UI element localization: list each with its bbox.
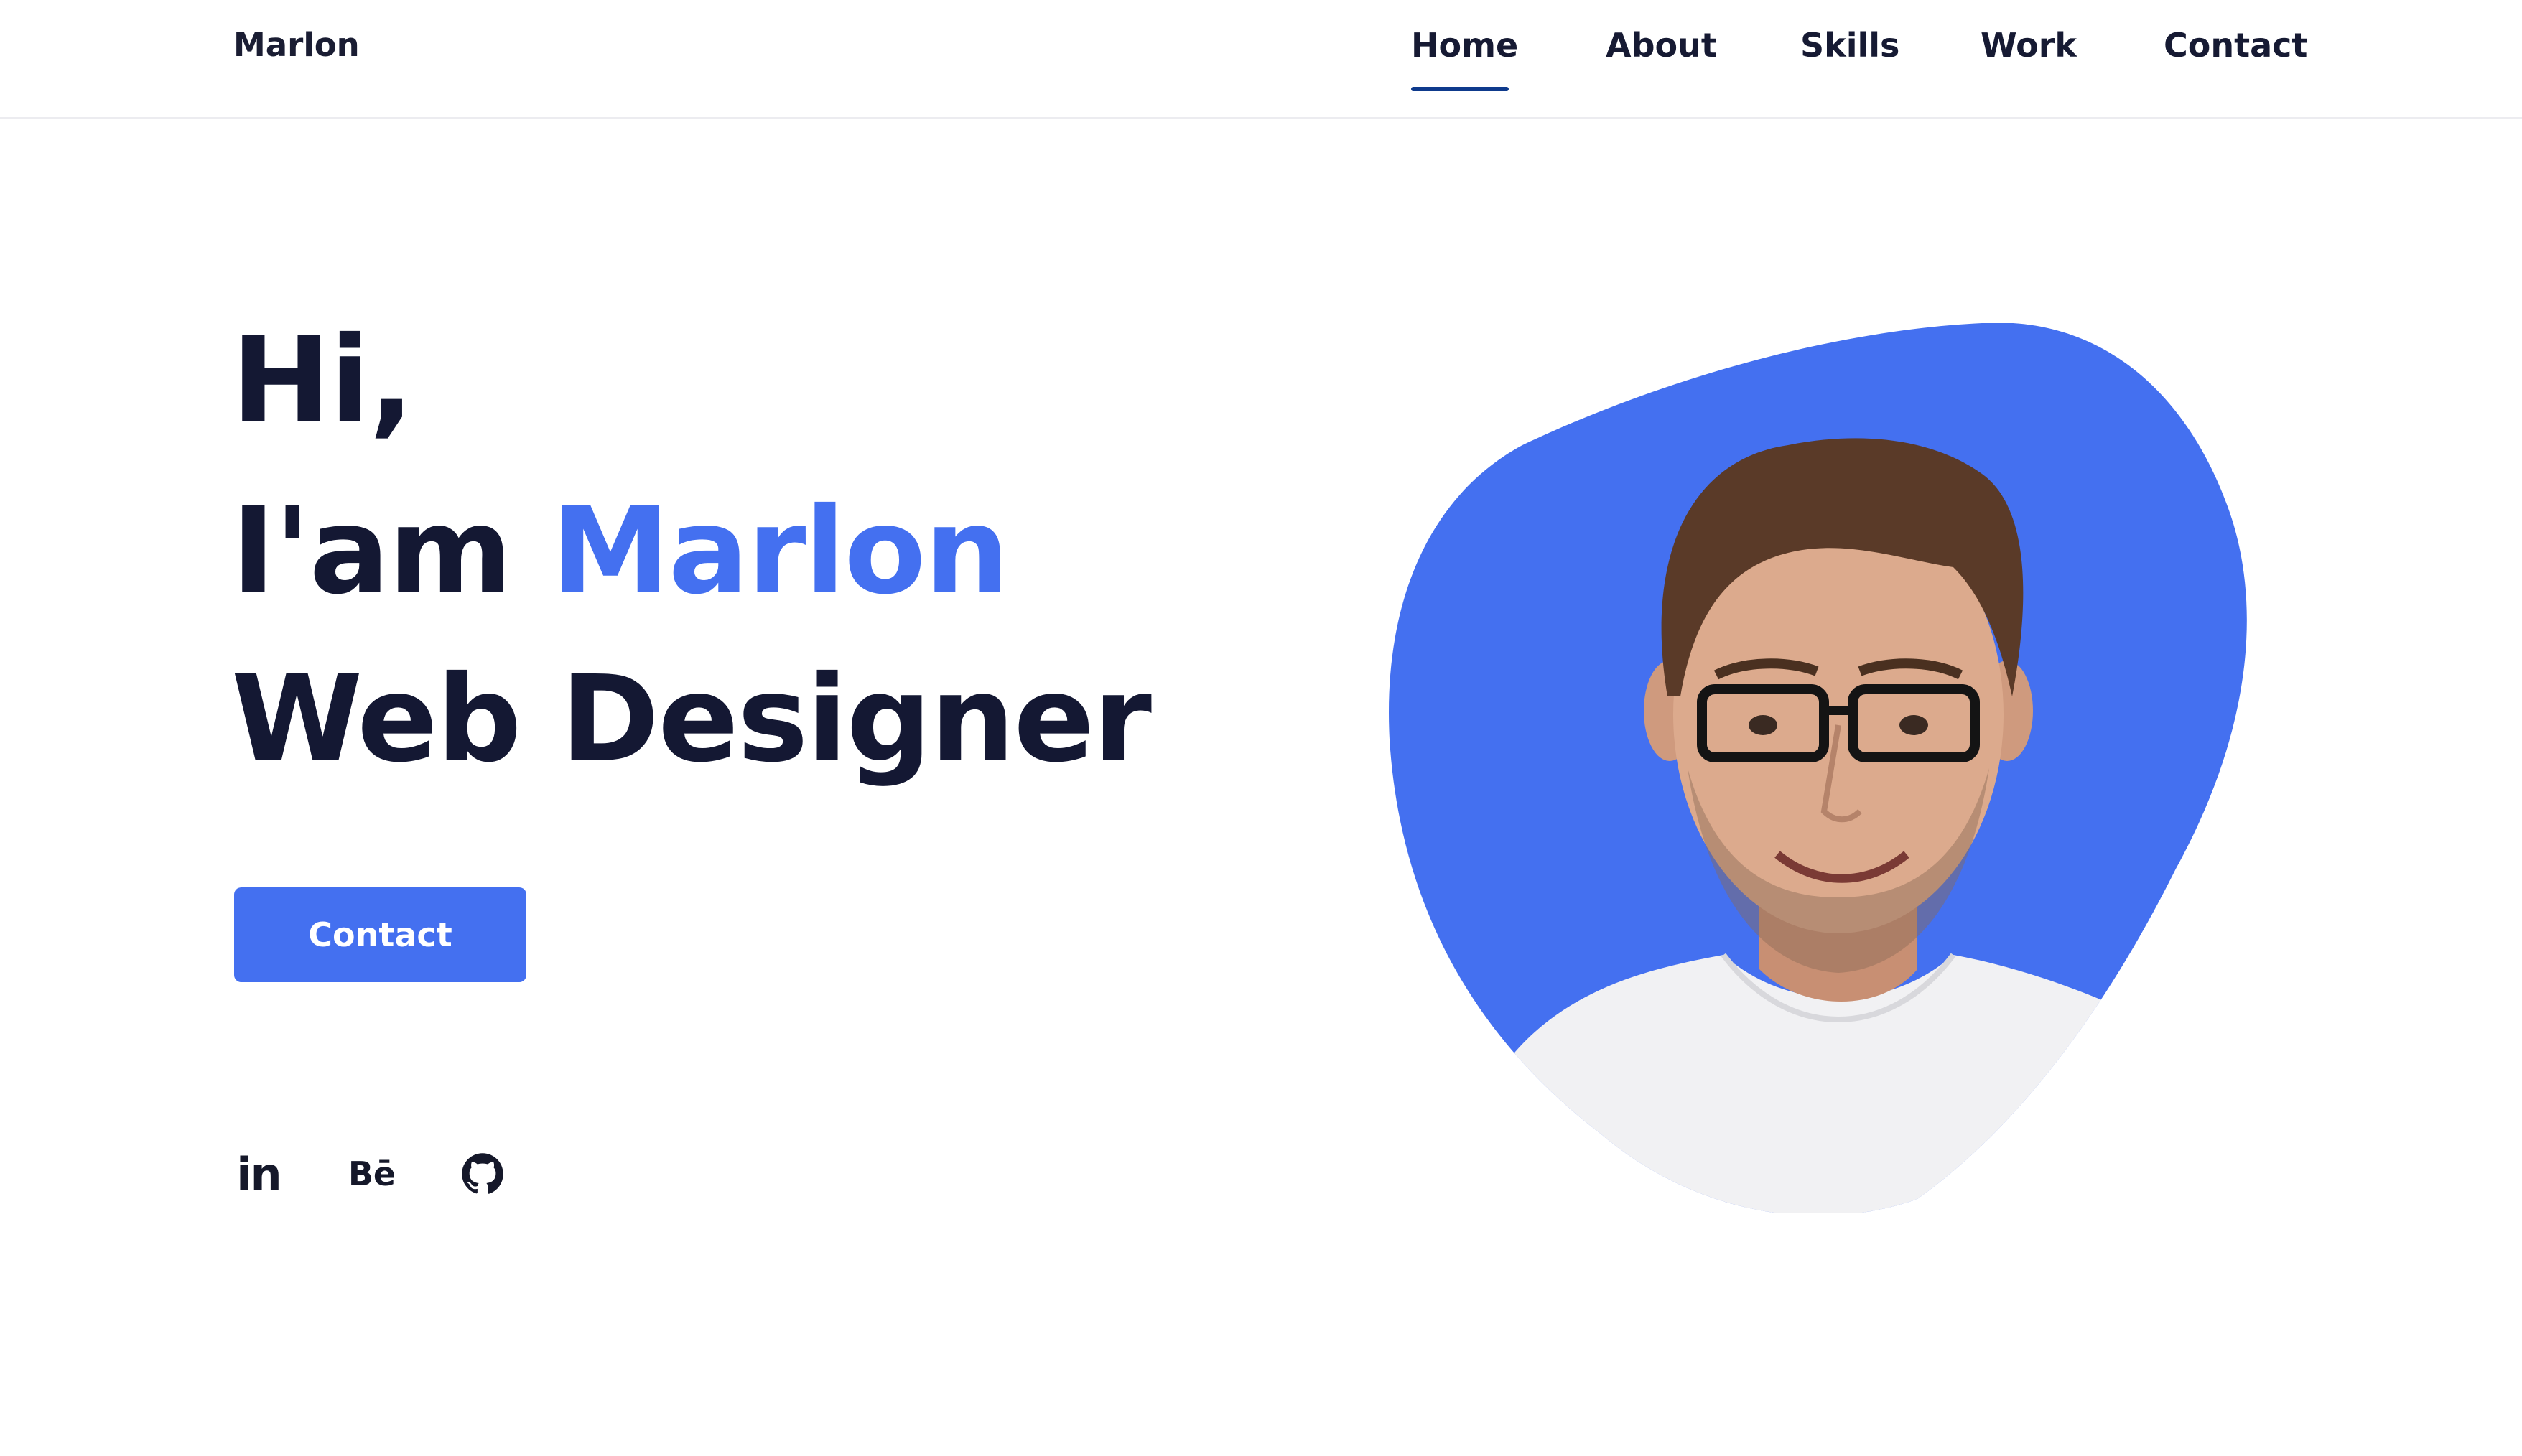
hero-role: Web Designer	[231, 650, 1152, 789]
hero-intro: I'am Marlon	[231, 493, 1010, 612]
hero-intro-prefix: I'am	[231, 482, 552, 621]
nav-item-contact[interactable]: Contact	[2164, 26, 2307, 65]
nav-item-home[interactable]: Home	[1411, 26, 1518, 65]
github-link[interactable]	[454, 1142, 511, 1206]
linkedin-link[interactable]: in	[230, 1142, 287, 1206]
linkedin-icon: in	[236, 1147, 281, 1200]
nav-item-work[interactable]: Work	[1981, 26, 2077, 65]
hero-name: Marlon	[551, 482, 1009, 621]
profile-portrait	[1388, 323, 2247, 1213]
contact-button[interactable]: Contact	[234, 887, 526, 982]
github-icon	[462, 1153, 503, 1194]
brand-logo[interactable]: Marlon	[233, 26, 360, 64]
nav-item-skills[interactable]: Skills	[1800, 26, 1899, 65]
site-header: Marlon Home About Skills Work Contact	[0, 0, 2522, 119]
portfolio-page: Marlon Home About Skills Work Contact Hi…	[0, 0, 2522, 1456]
behance-icon: Bē	[348, 1154, 396, 1193]
nav-item-about[interactable]: About	[1606, 26, 1717, 65]
nav-active-indicator	[1411, 87, 1509, 91]
hero-greeting: Hi,	[231, 312, 414, 450]
behance-link[interactable]: Bē	[343, 1142, 401, 1206]
contact-button-label: Contact	[308, 915, 452, 954]
